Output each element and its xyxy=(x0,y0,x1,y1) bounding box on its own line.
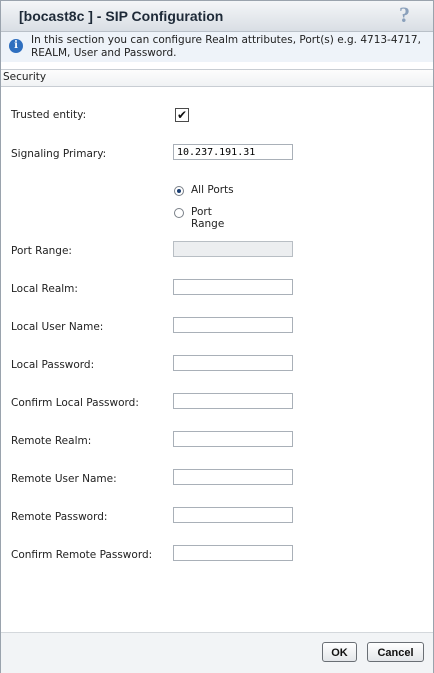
dialog-title: [bocast8c ] - SIP Configuration xyxy=(19,8,224,24)
section-title: Security xyxy=(3,71,47,83)
all-ports-label[interactable]: All Ports xyxy=(191,184,234,196)
port-range-radio[interactable] xyxy=(174,208,184,218)
confirm-remote-password-label: Confirm Remote Password: xyxy=(11,549,153,561)
local-realm-input[interactable] xyxy=(173,279,293,295)
cancel-button[interactable]: Cancel xyxy=(367,642,424,662)
local-realm-label: Local Realm: xyxy=(11,283,78,295)
signaling-primary-label: Signaling Primary: xyxy=(11,148,107,160)
trusted-entity-checkbox[interactable]: ✔ xyxy=(175,108,189,122)
remote-user-name-input[interactable] xyxy=(173,469,293,485)
remote-realm-label: Remote Realm: xyxy=(11,435,92,447)
signaling-primary-input[interactable] xyxy=(173,144,293,160)
confirm-remote-password-input[interactable] xyxy=(173,545,293,561)
remote-realm-input[interactable] xyxy=(173,431,293,447)
help-icon[interactable]: ? xyxy=(399,4,415,26)
local-user-name-label: Local User Name: xyxy=(11,321,104,333)
local-password-input[interactable] xyxy=(173,355,293,371)
dialog-titlebar: [bocast8c ] - SIP Configuration ? xyxy=(1,1,433,32)
info-icon: i xyxy=(9,39,23,53)
dialog-footer: OK Cancel xyxy=(1,632,433,673)
confirm-local-password-input[interactable] xyxy=(173,393,293,409)
port-range-label: Port Range: xyxy=(11,245,72,257)
port-mode-radio-group: All Ports Port Range xyxy=(169,179,245,230)
all-ports-radio[interactable] xyxy=(174,186,184,196)
local-user-name-input[interactable] xyxy=(173,317,293,333)
section-header-security: Security xyxy=(1,69,433,87)
local-password-label: Local Password: xyxy=(11,359,95,371)
remote-user-name-label: Remote User Name: xyxy=(11,473,117,485)
remote-password-input[interactable] xyxy=(173,507,293,523)
radio-selected-dot xyxy=(177,189,181,193)
port-range-input[interactable] xyxy=(173,241,293,257)
info-banner: i In this section you can configure Real… xyxy=(1,32,433,62)
port-range-option-label[interactable]: Port Range xyxy=(191,206,245,230)
confirm-local-password-label: Confirm Local Password: xyxy=(11,397,139,409)
ok-button[interactable]: OK xyxy=(322,642,357,662)
trusted-entity-label: Trusted entity: xyxy=(11,109,87,121)
remote-password-label: Remote Password: xyxy=(11,511,108,523)
info-text: In this section you can configure Realm … xyxy=(31,34,421,59)
sip-configuration-dialog: [bocast8c ] - SIP Configuration ? i In t… xyxy=(0,0,434,673)
